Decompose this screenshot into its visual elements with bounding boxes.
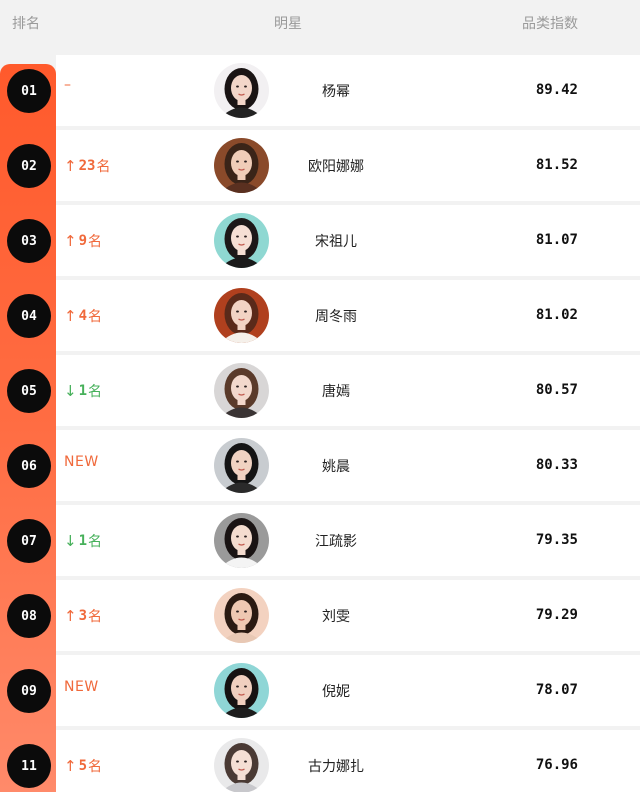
star-column-header: 明星: [274, 16, 302, 32]
portrait-icon: [214, 738, 269, 792]
star-name[interactable]: 宋祖儿: [296, 231, 376, 251]
rank-badge: 03: [7, 219, 51, 263]
list-item[interactable]: 02 ↑ 23 名 欧阳娜娜 81.52: [0, 130, 640, 201]
rank-change-count: 3: [78, 608, 88, 624]
no-change-label: –: [64, 77, 71, 93]
avatar[interactable]: [214, 63, 269, 118]
category-index-score: 76.96: [535, 757, 578, 773]
arrow-up-icon: ↑: [64, 232, 77, 250]
new-entry-label: NEW: [64, 454, 99, 470]
avatar[interactable]: [214, 288, 269, 343]
rank-column-header: 排名: [12, 16, 40, 32]
star-name[interactable]: 刘雯: [296, 606, 376, 626]
rank-badge: 02: [7, 144, 51, 188]
arrow-down-icon: ↓: [64, 532, 77, 550]
list-item[interactable]: 11 ↑ 5 名 古力娜扎 76.96: [0, 730, 640, 792]
rank-change: NEW: [64, 454, 99, 470]
rank-badge: 01: [7, 69, 51, 113]
rank-badge: 07: [7, 519, 51, 563]
rank-change-unit: 名: [88, 384, 103, 400]
rank-change-count: 4: [78, 308, 88, 324]
list-item[interactable]: 08 ↑ 3 名 刘雯 79.29: [0, 580, 640, 651]
rank-change: –: [64, 77, 71, 93]
portrait-icon: [214, 438, 269, 493]
star-name[interactable]: 杨幂: [296, 81, 376, 101]
rank-change: ↑ 3 名: [64, 606, 102, 626]
rank-change-count: 1: [78, 383, 88, 399]
avatar[interactable]: [214, 513, 269, 568]
rank-change-unit: 名: [88, 609, 103, 625]
category-index-score: 78.07: [535, 682, 578, 698]
rank-change-unit: 名: [88, 534, 103, 550]
arrow-down-icon: ↓: [64, 382, 77, 400]
portrait-icon: [214, 588, 269, 643]
portrait-icon: [214, 213, 269, 268]
category-index-score: 81.07: [535, 232, 578, 248]
category-index-score: 89.42: [535, 82, 578, 98]
star-name[interactable]: 姚晨: [296, 456, 376, 476]
rank-change-unit: 名: [96, 159, 111, 175]
category-index-score: 81.52: [535, 157, 578, 173]
rank-change-count: 9: [78, 233, 88, 249]
arrow-up-icon: ↑: [64, 607, 77, 625]
rank-badge: 09: [7, 669, 51, 713]
list-item[interactable]: 09 NEW 倪妮 78.07: [0, 655, 640, 726]
portrait-icon: [214, 663, 269, 718]
star-name[interactable]: 欧阳娜娜: [296, 156, 376, 176]
portrait-icon: [214, 513, 269, 568]
category-index-score: 81.02: [535, 307, 578, 323]
list-item[interactable]: 03 ↑ 9 名 宋祖儿 81.07: [0, 205, 640, 276]
avatar[interactable]: [214, 738, 269, 792]
rank-change-unit: 名: [88, 759, 103, 775]
new-entry-label: NEW: [64, 679, 99, 695]
rank-change-unit: 名: [88, 309, 103, 325]
rank-change: ↑ 5 名: [64, 756, 102, 776]
category-index-score: 79.29: [535, 607, 578, 623]
arrow-up-icon: ↑: [64, 157, 77, 175]
rank-change-count: 23: [78, 158, 96, 174]
rank-change-unit: 名: [88, 234, 103, 250]
avatar[interactable]: [214, 438, 269, 493]
index-column-header: 品类指数: [522, 16, 578, 32]
star-name[interactable]: 江疏影: [296, 531, 376, 551]
category-index-score: 80.33: [535, 457, 578, 473]
rank-change: ↑ 23 名: [64, 156, 110, 176]
rank-change-count: 5: [78, 758, 88, 774]
rank-badge: 05: [7, 369, 51, 413]
category-index-score: 79.35: [535, 532, 578, 548]
portrait-icon: [214, 363, 269, 418]
list-item[interactable]: 06 NEW 姚晨 80.33: [0, 430, 640, 501]
avatar[interactable]: [214, 213, 269, 268]
avatar[interactable]: [214, 663, 269, 718]
list-item[interactable]: 04 ↑ 4 名 周冬雨 81.02: [0, 280, 640, 351]
portrait-icon: [214, 288, 269, 343]
list-item[interactable]: 07 ↓ 1 名 江疏影 79.35: [0, 505, 640, 576]
arrow-up-icon: ↑: [64, 307, 77, 325]
star-name[interactable]: 倪妮: [296, 681, 376, 701]
list-item[interactable]: 01– 杨幂 89.42: [0, 55, 640, 126]
avatar[interactable]: [214, 588, 269, 643]
rank-badge: 08: [7, 594, 51, 638]
rank-change: ↑ 9 名: [64, 231, 102, 251]
rank-change: NEW: [64, 679, 99, 695]
portrait-icon: [214, 138, 269, 193]
rank-badge: 11: [7, 744, 51, 788]
rank-change-count: 1: [78, 533, 88, 549]
rank-badge: 06: [7, 444, 51, 488]
portrait-icon: [214, 63, 269, 118]
rank-badge: 04: [7, 294, 51, 338]
table-header: 排名 明星 品类指数: [0, 0, 640, 54]
list-item[interactable]: 05 ↓ 1 名 唐嫣 80.57: [0, 355, 640, 426]
rank-change: ↑ 4 名: [64, 306, 102, 326]
avatar[interactable]: [214, 363, 269, 418]
rank-change: ↓ 1 名: [64, 531, 102, 551]
avatar[interactable]: [214, 138, 269, 193]
star-name[interactable]: 古力娜扎: [296, 756, 376, 776]
star-name[interactable]: 唐嫣: [296, 381, 376, 401]
arrow-up-icon: ↑: [64, 757, 77, 775]
star-name[interactable]: 周冬雨: [296, 306, 376, 326]
category-index-score: 80.57: [535, 382, 578, 398]
rank-change: ↓ 1 名: [64, 381, 102, 401]
